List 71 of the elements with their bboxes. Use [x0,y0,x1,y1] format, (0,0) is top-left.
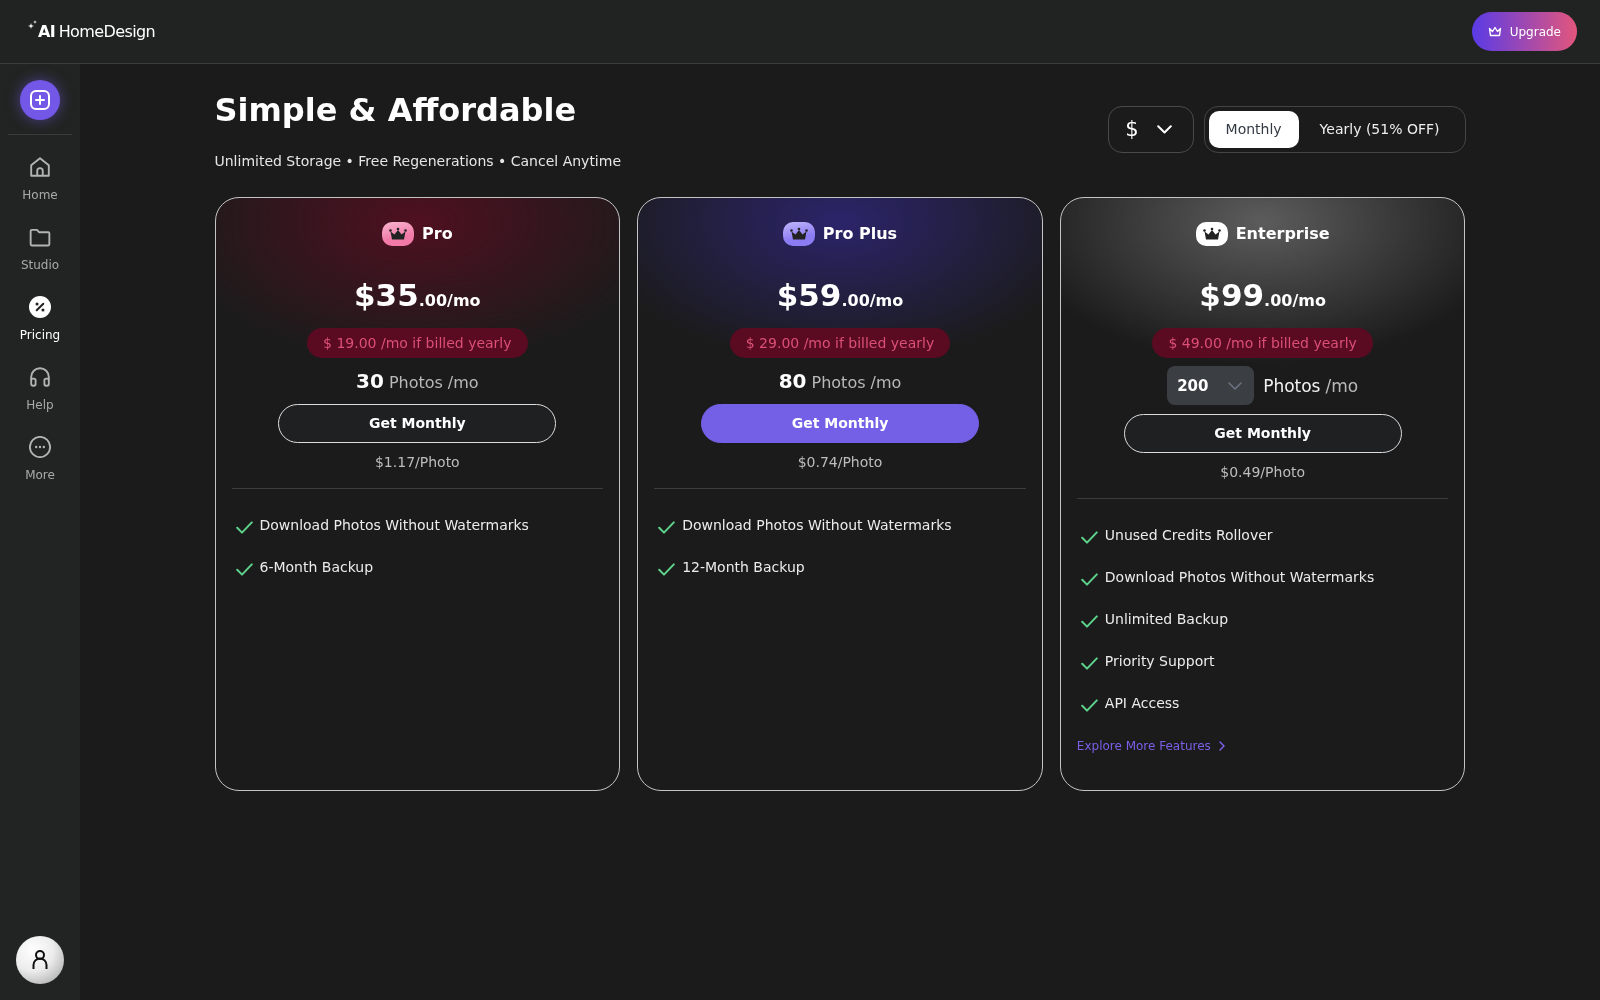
upgrade-button[interactable]: Upgrade [1471,12,1577,51]
feature-text: Unlimited Backup [1104,610,1228,629]
yearly-price-note: $ 19.00 /mo if billed yearly [307,328,528,358]
check-icon [235,562,253,576]
check-icon [658,520,676,534]
photo-unit: Photos [388,372,443,394]
photo-period: /mo [1325,374,1359,398]
feature-text: Priority Support [1104,652,1215,671]
photo-unit: Photos [811,372,866,394]
photo-unit: Photos [1263,374,1321,398]
profile-button[interactable] [16,936,64,984]
check-icon [1080,572,1098,586]
price-suffix: .00/mo [418,290,481,312]
price-amount: $59 [776,276,842,314]
photo-count: 80 [778,368,807,394]
feature-text: 12-Month Backup [682,558,805,577]
plan-name: Pro Plus [822,223,898,245]
yearly-price-note: $ 49.00 /mo if billed yearly [1152,328,1373,358]
billing-tab[interactable]: Yearly (51% OFF) [1298,111,1461,148]
photo-count-select[interactable]: 200 [1167,366,1255,405]
check-icon [658,562,676,576]
create-button[interactable] [20,80,60,120]
sidebar-item[interactable]: Studio [4,214,76,284]
home-icon [29,156,51,178]
folder-icon [29,226,51,248]
price-suffix: .00/mo [841,290,904,312]
get-monthly-button[interactable]: Get Monthly [701,404,979,443]
check-icon [1080,656,1098,670]
price-per-photo: $1.17/Photo [374,453,460,472]
feature-text: Download Photos Without Watermarks [1104,568,1375,587]
yearly-price-note: $ 29.00 /mo if billed yearly [729,328,951,358]
check-icon [235,520,253,534]
feature-text: Unused Credits Rollover [1104,526,1273,545]
get-monthly-button[interactable]: Get Monthly [278,404,557,443]
check-icon [1080,614,1098,628]
price-amount: $99 [1199,276,1265,314]
get-monthly-button[interactable]: Get Monthly [1123,414,1402,453]
plus-icon [30,90,50,110]
check-icon [1080,530,1098,544]
photo-period: /mo [870,372,902,394]
feature-text: API Access [1104,694,1180,713]
feature-text: Download Photos Without Watermarks [682,516,952,535]
chevron-right-icon [1218,741,1225,751]
price-suffix: .00/mo [1264,290,1326,312]
photo-count: 30 [356,368,384,394]
headphones-icon [29,366,51,388]
sidebar-item[interactable]: Pricing [4,284,76,354]
page-subtitle: Unlimited Storage • Free Regenerations • Cancel Anytime [214,152,621,171]
explore-link[interactable]: Explore More Features [1076,737,1225,755]
price-amount: $35 [354,276,419,314]
sidebar-item[interactable]: Help [4,354,76,424]
logo-text: AI HomeDesign [38,21,156,42]
feature-text: 6-Month Backup [259,558,374,577]
photo-period: /mo [447,372,479,394]
sidebar-item[interactable]: Home [4,144,76,214]
sidebar-item[interactable]: More [4,424,76,494]
ellipsis-icon [29,436,51,458]
plan-name: Pro [422,223,453,245]
chevron-down-icon [1228,381,1243,390]
feature-text: Download Photos Without Watermarks [259,516,529,535]
chevron-down-icon [1156,125,1172,134]
percent-icon [29,296,51,318]
page-title: Simple & Affordable [214,90,578,130]
crown-icon [1487,26,1502,37]
plan-name: Enterprise [1235,223,1330,245]
price-per-photo: $0.49/Photo [1220,463,1305,482]
price-per-photo: $0.74/Photo [797,453,883,472]
billing-tab[interactable]: Monthly [1208,111,1299,148]
check-icon [1080,698,1098,712]
person-icon [32,950,48,970]
currency-dropdown[interactable]: $ [1107,106,1194,153]
